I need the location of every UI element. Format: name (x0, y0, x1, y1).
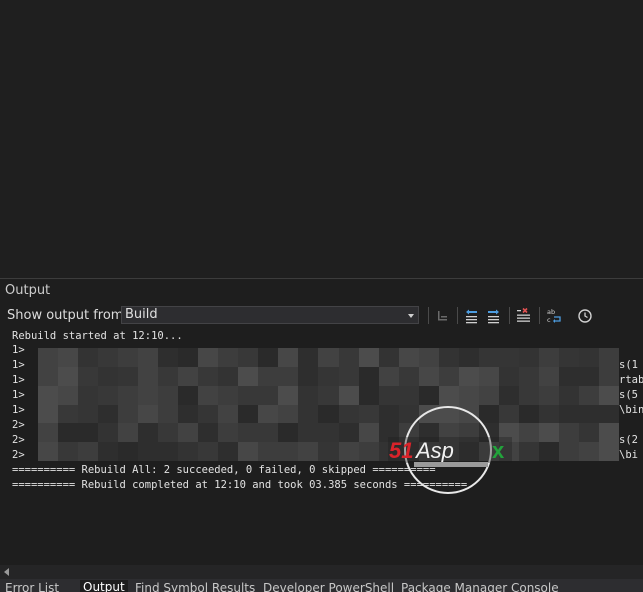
svg-text:x: x (492, 438, 505, 463)
output-line-fragment: s(1 (619, 359, 638, 371)
show-output-label: Show output from: (7, 308, 128, 323)
pixelated-redaction (38, 348, 619, 461)
chevron-down-icon (408, 314, 414, 318)
output-line-prefix: 1> (12, 344, 25, 356)
toggle-timestamp-icon[interactable] (576, 307, 594, 325)
output-panel: Output Show output from: Build ab c Rebu… (0, 278, 643, 592)
editor-area (0, 0, 643, 277)
output-line-prefix: 2> (12, 419, 25, 431)
output-line-prefix: 2> (12, 434, 25, 446)
build-summary-line: ========== Rebuild All: 2 succeeded, 0 f… (12, 464, 436, 476)
tab-error-list[interactable]: Error List (5, 581, 59, 592)
output-line-prefix: 1> (12, 389, 25, 401)
svg-text:ab: ab (547, 308, 555, 316)
output-line-fragment: rtab (619, 374, 643, 386)
output-toolbar: Show output from: Build ab c (0, 306, 643, 328)
output-line-fragment: \bin (619, 404, 643, 416)
output-text-area[interactable]: Rebuild started at 12:10... 1> 1> 1> 1> … (0, 330, 643, 563)
clear-all-icon[interactable] (515, 307, 533, 325)
output-line-prefix: 1> (12, 359, 25, 371)
panel-title: Output (5, 283, 51, 298)
svg-text:51: 51 (389, 438, 413, 463)
tab-output[interactable]: Output (80, 580, 128, 592)
output-line-fragment: s(2 (619, 434, 638, 446)
output-source-value: Build (125, 307, 158, 322)
ide-window: Output Show output from: Build ab c Rebu… (0, 0, 643, 592)
tab-find-symbol-results[interactable]: Find Symbol Results (135, 581, 255, 592)
svg-text:Asp: Asp (414, 438, 454, 463)
svg-text:c: c (547, 316, 551, 324)
output-line-prefix: 1> (12, 374, 25, 386)
watermark-logo: 51 Asp x (388, 406, 512, 494)
toolbar-separator (428, 307, 429, 324)
toolbar-separator (539, 307, 540, 324)
output-line-fragment: s(5 (619, 389, 638, 401)
output-line: Rebuild started at 12:10... (12, 330, 183, 342)
output-line-prefix: 2> (12, 449, 25, 461)
output-line-fragment: \bi (619, 449, 638, 461)
toolbar-separator (457, 307, 458, 324)
panel-tab-strip: Error List Output Find Symbol Results De… (0, 579, 643, 592)
toggle-word-wrap-icon[interactable]: ab c (545, 307, 563, 325)
toolbar-separator (509, 307, 510, 324)
go-to-previous-message-icon[interactable] (463, 307, 481, 325)
find-message-in-code-icon[interactable] (434, 307, 452, 325)
output-source-select[interactable]: Build (121, 306, 419, 324)
horizontal-scrollbar[interactable] (0, 565, 643, 579)
tab-developer-powershell[interactable]: Developer PowerShell (263, 581, 394, 592)
tab-package-manager-console[interactable]: Package Manager Console (401, 581, 559, 592)
output-line-prefix: 1> (12, 404, 25, 416)
go-to-next-message-icon[interactable] (485, 307, 503, 325)
scroll-left-arrow-icon[interactable] (4, 568, 9, 576)
